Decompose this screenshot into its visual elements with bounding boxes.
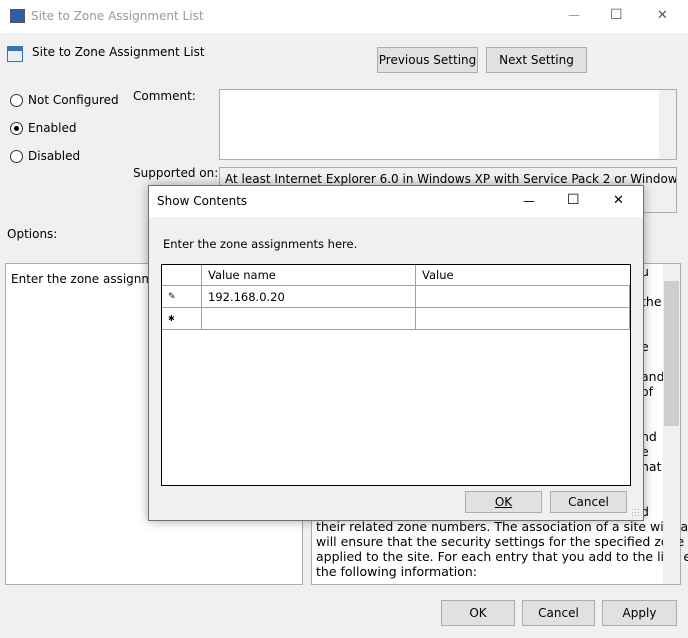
resize-grip-icon[interactable] [631,508,641,518]
supported-on-value: At least Internet Explorer 6.0 in Window… [225,172,677,186]
minimize-button[interactable]: — [568,8,580,22]
radio-circle [10,149,23,163]
comment-label: Comment: [133,89,196,103]
radio-label: Enabled [28,121,77,135]
help-line: their related zone numbers. The associat… [316,519,688,534]
dialog-instruction: Enter the zone assignments here. [163,237,358,251]
cell-value[interactable] [416,308,630,330]
dialog-ok-button[interactable]: OK [465,491,542,513]
cancel-button[interactable]: Cancel [522,600,595,626]
radio-circle [10,93,23,107]
policy-icon [7,46,23,62]
radio-circle [10,121,23,135]
help-line: will ensure that the security settings f… [316,534,688,549]
title-bar: Site to Zone Assignment List — ☐ ✕ [0,0,688,33]
close-button[interactable]: ✕ [657,8,668,23]
values-grid[interactable]: Value name Value ✎ 192.168.0.20 ✱ [161,264,631,486]
dialog-cancel-button[interactable]: Cancel [550,491,627,513]
dialog-title-bar: Show Contents — ☐ ✕ [149,186,643,217]
apply-button[interactable]: Apply [602,600,677,626]
help-line: the following information: [316,564,478,579]
column-header-value[interactable]: Value [416,265,630,286]
help-line: applied to the site. For each entry that… [316,549,688,564]
radio-not-configured[interactable]: Not Configured [10,93,119,107]
dialog-close-button[interactable]: ✕ [613,193,624,208]
show-contents-dialog: Show Contents — ☐ ✕ Enter the zone assig… [148,185,644,521]
help-scrollbar[interactable] [663,264,680,584]
supported-on-label: Supported on: [133,166,219,180]
window-title: Site to Zone Assignment List [31,9,204,23]
dialog-minimize-button[interactable]: — [523,194,535,208]
previous-setting-button[interactable]: Previous Setting [377,47,478,73]
next-setting-button[interactable]: Next Setting [486,47,587,73]
cell-value[interactable] [416,286,630,308]
help-text: the [641,294,662,309]
radio-enabled[interactable]: Enabled [10,121,77,135]
dialog-maximize-button[interactable]: ☐ [567,192,580,208]
policy-name: Site to Zone Assignment List [32,45,205,59]
comment-textarea[interactable] [219,89,677,160]
radio-label: Not Configured [28,93,119,107]
radio-label: Disabled [28,149,81,163]
maximize-button[interactable]: ☐ [610,7,623,23]
radio-disabled[interactable]: Disabled [10,149,80,163]
help-text: hat [641,459,662,474]
help-text: and [641,369,665,384]
cell-value-name[interactable]: 192.168.0.20 [202,286,416,308]
cell-value-name[interactable] [202,308,416,330]
scroll-thumb[interactable] [664,281,679,426]
new-row-indicator: ✱ [162,308,202,330]
options-label: Options: [7,227,58,241]
comment-scrollbar[interactable] [659,90,676,159]
dialog-title: Show Contents [157,194,248,208]
app-icon [10,9,25,23]
column-header-value-name[interactable]: Value name [202,265,416,286]
row-header-corner [162,265,202,286]
row-edit-indicator: ✎ [162,286,202,308]
ok-button[interactable]: OK [441,600,515,626]
